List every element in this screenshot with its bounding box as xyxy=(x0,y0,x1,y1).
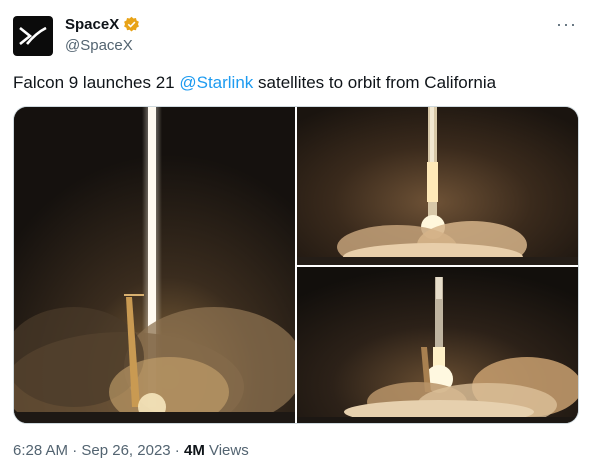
mention-link[interactable]: @Starlink xyxy=(179,73,253,92)
meta-separator: · xyxy=(68,442,82,459)
author-name[interactable]: SpaceX xyxy=(65,16,119,33)
views-label: Views xyxy=(204,442,249,459)
meta-separator: · xyxy=(170,442,184,459)
avatar[interactable] xyxy=(13,16,53,56)
tweet-meta: 6:28 AM · Sep 26, 2023 · 4M Views xyxy=(13,442,249,459)
author-handle[interactable]: @SpaceX xyxy=(65,37,133,54)
media-grid xyxy=(13,106,579,424)
tweet-text-part: satellites to orbit from California xyxy=(253,73,497,92)
tweet-text-part: Falcon 9 launches 21 xyxy=(13,73,180,92)
rocket-launch-photo xyxy=(14,107,295,423)
tweet-text: Falcon 9 launches 21 @Starlink satellite… xyxy=(13,72,496,94)
photo-1[interactable] xyxy=(14,107,295,423)
author-name-row[interactable]: SpaceX xyxy=(65,16,140,33)
photo-2[interactable] xyxy=(297,107,578,265)
views-count: 4M xyxy=(183,442,205,459)
verified-badge-icon xyxy=(124,16,140,32)
photo-3[interactable] xyxy=(297,267,578,423)
tweet-date[interactable]: Sep 26, 2023 xyxy=(81,442,170,459)
more-options-icon[interactable]: ··· xyxy=(556,14,577,35)
spacex-x-logo-icon xyxy=(19,27,47,45)
rocket-launch-photo xyxy=(297,107,578,265)
tweet-time[interactable]: 6:28 AM xyxy=(13,442,68,459)
rocket-launch-photo xyxy=(297,267,578,423)
